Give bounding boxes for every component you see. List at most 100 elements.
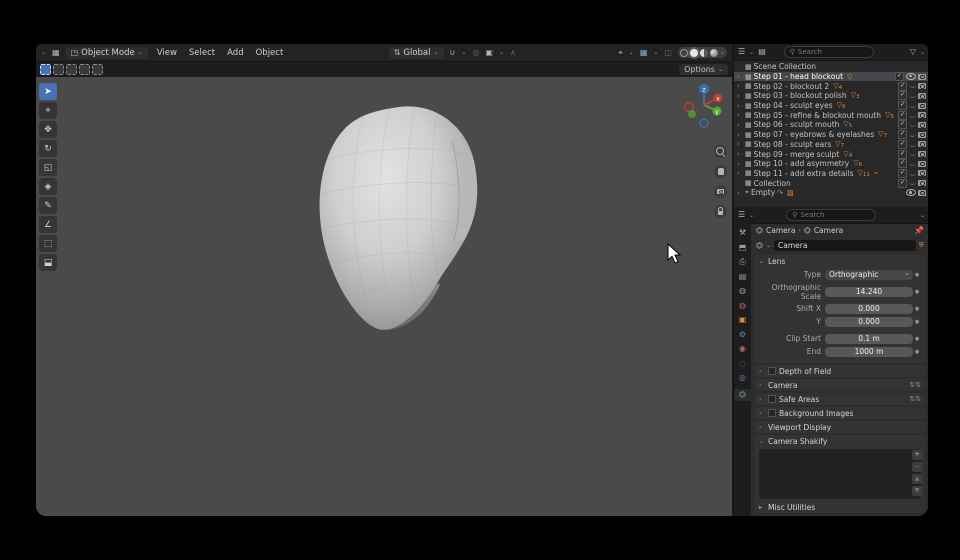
exclude-checkbox[interactable]: ✓ <box>898 101 907 110</box>
eye-closed-icon[interactable] <box>909 94 916 99</box>
tool-measure[interactable]: ∠ <box>39 216 57 233</box>
clip-start-field[interactable]: 0.1 m <box>825 334 913 344</box>
tool-add-primitive[interactable]: ⬓ <box>39 254 57 271</box>
panel-camera[interactable]: › Camera ⇅⇅ <box>755 379 925 391</box>
animate-dot[interactable]: ● <box>913 319 921 325</box>
panel-viewport-display[interactable]: › Viewport Display <box>755 421 925 433</box>
outliner-row-step05[interactable]: › ▦ Step 05 - refine & blockout mouth ▽5… <box>734 110 928 120</box>
viewport-3d[interactable]: ⌄ ▦ ◳ Object Mode ⌄ View Select Add Obje… <box>36 44 732 516</box>
panel-lens-header[interactable]: ⌄ Lens <box>755 255 925 267</box>
item-label[interactable]: Step 07 - eyebrows & eyelashes <box>754 130 875 139</box>
outliner-row-collection[interactable]: ▦ Collection ✓ <box>734 178 928 188</box>
expand-icon[interactable]: › <box>737 111 743 119</box>
menu-view[interactable]: View <box>154 47 180 59</box>
background-images-checkbox[interactable] <box>768 409 776 417</box>
eye-closed-icon[interactable] <box>909 152 916 157</box>
move-down-button[interactable]: ▼ <box>912 486 922 496</box>
exclude-checkbox[interactable]: ✓ <box>898 91 907 100</box>
expand-icon[interactable]: › <box>737 169 743 177</box>
panel-background-images[interactable]: › Background Images <box>755 407 925 419</box>
camera-render-icon[interactable] <box>918 151 926 157</box>
expand-icon[interactable]: › <box>737 121 743 129</box>
camera-render-icon[interactable] <box>918 190 926 196</box>
add-shake-button[interactable]: + <box>912 450 922 460</box>
exclude-checkbox[interactable]: ✓ <box>898 130 907 139</box>
outliner-row-step06[interactable]: › ▦ Step 06 - sculpt mouth ▽5 ✓ <box>734 120 928 130</box>
outliner-row-step01[interactable]: › ▦ Step 01 - head blockout ▽ ✓ <box>734 72 928 82</box>
item-label[interactable]: Step 03 - blockout polish <box>754 91 847 100</box>
exclude-checkbox[interactable]: ✓ <box>898 82 907 91</box>
presets-icon[interactable]: ⇅⇅ <box>909 381 921 389</box>
properties-search-input[interactable]: ⚲ Search <box>786 209 876 221</box>
outliner-row-step11[interactable]: › ▦ Step 11 - add extra details ▽11 ⌁ ✓ <box>734 169 928 179</box>
display-mode-icon[interactable]: ☰ <box>738 48 745 56</box>
head-blockout-mesh[interactable] <box>294 99 514 359</box>
outliner-row-step10[interactable]: › ▦ Step 10 - add asymmetry ▽6 ✓ <box>734 159 928 169</box>
mode-dropdown[interactable]: ◳ Object Mode ⌄ <box>66 47 148 59</box>
scene-collection-label[interactable]: Scene Collection <box>754 62 816 71</box>
shading-solid-icon[interactable] <box>690 49 698 57</box>
exclude-checkbox[interactable]: ✓ <box>898 111 907 120</box>
tab-object[interactable]: ▣ <box>734 316 751 324</box>
select-mode-invert[interactable] <box>79 64 90 75</box>
properties-editor-type-icon[interactable]: ☰ <box>738 211 745 219</box>
scene-collection-row[interactable]: ▦ Scene Collection <box>734 62 928 72</box>
snap-dropdown-icon[interactable]: ⌄ <box>461 49 466 56</box>
camera-render-icon[interactable] <box>918 170 926 176</box>
select-mode-extend[interactable] <box>53 64 64 75</box>
dof-checkbox[interactable] <box>768 367 776 375</box>
orientation-dropdown[interactable]: ⇅ Global ⌄ <box>389 47 444 59</box>
select-mode-set[interactable] <box>40 64 51 75</box>
shading-rendered-icon[interactable] <box>710 49 718 57</box>
viewport-canvas[interactable]: z y x ➤ ⌖ ✥ ↻ ◱ ◈ ✎ <box>36 77 732 516</box>
exclude-checkbox[interactable]: ✓ <box>898 120 907 129</box>
menu-select[interactable]: Select <box>186 47 218 59</box>
tab-object-data[interactable]: ⏣ <box>734 389 751 401</box>
animate-dot[interactable]: ● <box>913 289 921 295</box>
camera-render-icon[interactable] <box>918 83 926 89</box>
tool-transform[interactable]: ◈ <box>39 178 57 195</box>
eye-closed-icon[interactable] <box>909 113 916 118</box>
proportional-edit-icon[interactable]: ◎ <box>472 49 479 57</box>
tab-world[interactable]: ◍ <box>734 302 751 310</box>
tool-rotate[interactable]: ↻ <box>39 140 57 157</box>
eye-closed-icon[interactable] <box>909 142 916 147</box>
ortho-scale-field[interactable]: 14.240 <box>825 287 913 297</box>
outliner-row-step08[interactable]: › ▦ Step 08 - sculpt ears ▽7 ✓ <box>734 140 928 150</box>
exclude-checkbox[interactable]: ✓ <box>895 72 904 81</box>
shading-dropdown-icon[interactable]: ⌄ <box>720 49 725 56</box>
fake-user-shield-icon[interactable]: ⛨ <box>919 241 924 250</box>
lock-icon[interactable] <box>714 205 727 218</box>
eye-open-icon[interactable] <box>906 73 916 80</box>
item-label[interactable]: Step 04 - sculpt eyes <box>754 101 833 110</box>
pin-icon[interactable]: 📌 <box>914 227 924 235</box>
eye-open-icon[interactable] <box>906 189 916 196</box>
tab-render[interactable]: ⬒ <box>734 244 751 252</box>
misc-utilities-row[interactable]: ▸ Misc Utilities <box>755 501 925 513</box>
expand-icon[interactable]: › <box>737 82 743 90</box>
tab-modifiers[interactable]: ⚙ <box>734 331 751 339</box>
navigation-gizmo[interactable]: z y x <box>682 81 724 129</box>
options-button[interactable]: Options ⌄ <box>679 64 728 75</box>
shading-material-icon[interactable] <box>700 49 708 57</box>
proportional-falloff-icon[interactable]: ▣ <box>485 49 493 57</box>
panel-camera-shakify[interactable]: ⌄ Camera Shakify + − ▲ ▼ ▸ Misc Utilitie… <box>755 435 925 513</box>
animate-dot[interactable]: ● <box>913 272 921 278</box>
item-label[interactable]: Step 11 - add extra details <box>754 169 854 178</box>
animate-dot[interactable]: ● <box>913 306 921 312</box>
tool-select-box[interactable]: ➤ <box>39 83 57 100</box>
overlays-icon[interactable]: ▦ <box>640 49 648 57</box>
outliner-row-empty[interactable]: › ⌖ Empty ↷ ▨ <box>734 188 928 198</box>
snap-magnet-icon[interactable]: ∪ <box>450 49 456 57</box>
exclude-checkbox[interactable]: ✓ <box>898 159 907 168</box>
exclude-checkbox[interactable]: ✓ <box>898 169 907 178</box>
panel-animation[interactable]: › Animation <box>755 515 925 516</box>
camera-render-icon[interactable] <box>918 180 926 186</box>
show-gizmo-icon[interactable]: ⌖ <box>618 49 623 57</box>
xray-toggle-icon[interactable]: ◫ <box>664 49 672 57</box>
expand-icon[interactable]: › <box>737 160 743 168</box>
item-label[interactable]: Step 09 - merge sculpt <box>754 150 840 159</box>
item-label[interactable]: Step 06 - sculpt mouth <box>754 120 840 129</box>
breadcrumb-data[interactable]: Camera <box>814 226 843 235</box>
lens-type-dropdown[interactable]: Orthographic <box>825 270 913 280</box>
